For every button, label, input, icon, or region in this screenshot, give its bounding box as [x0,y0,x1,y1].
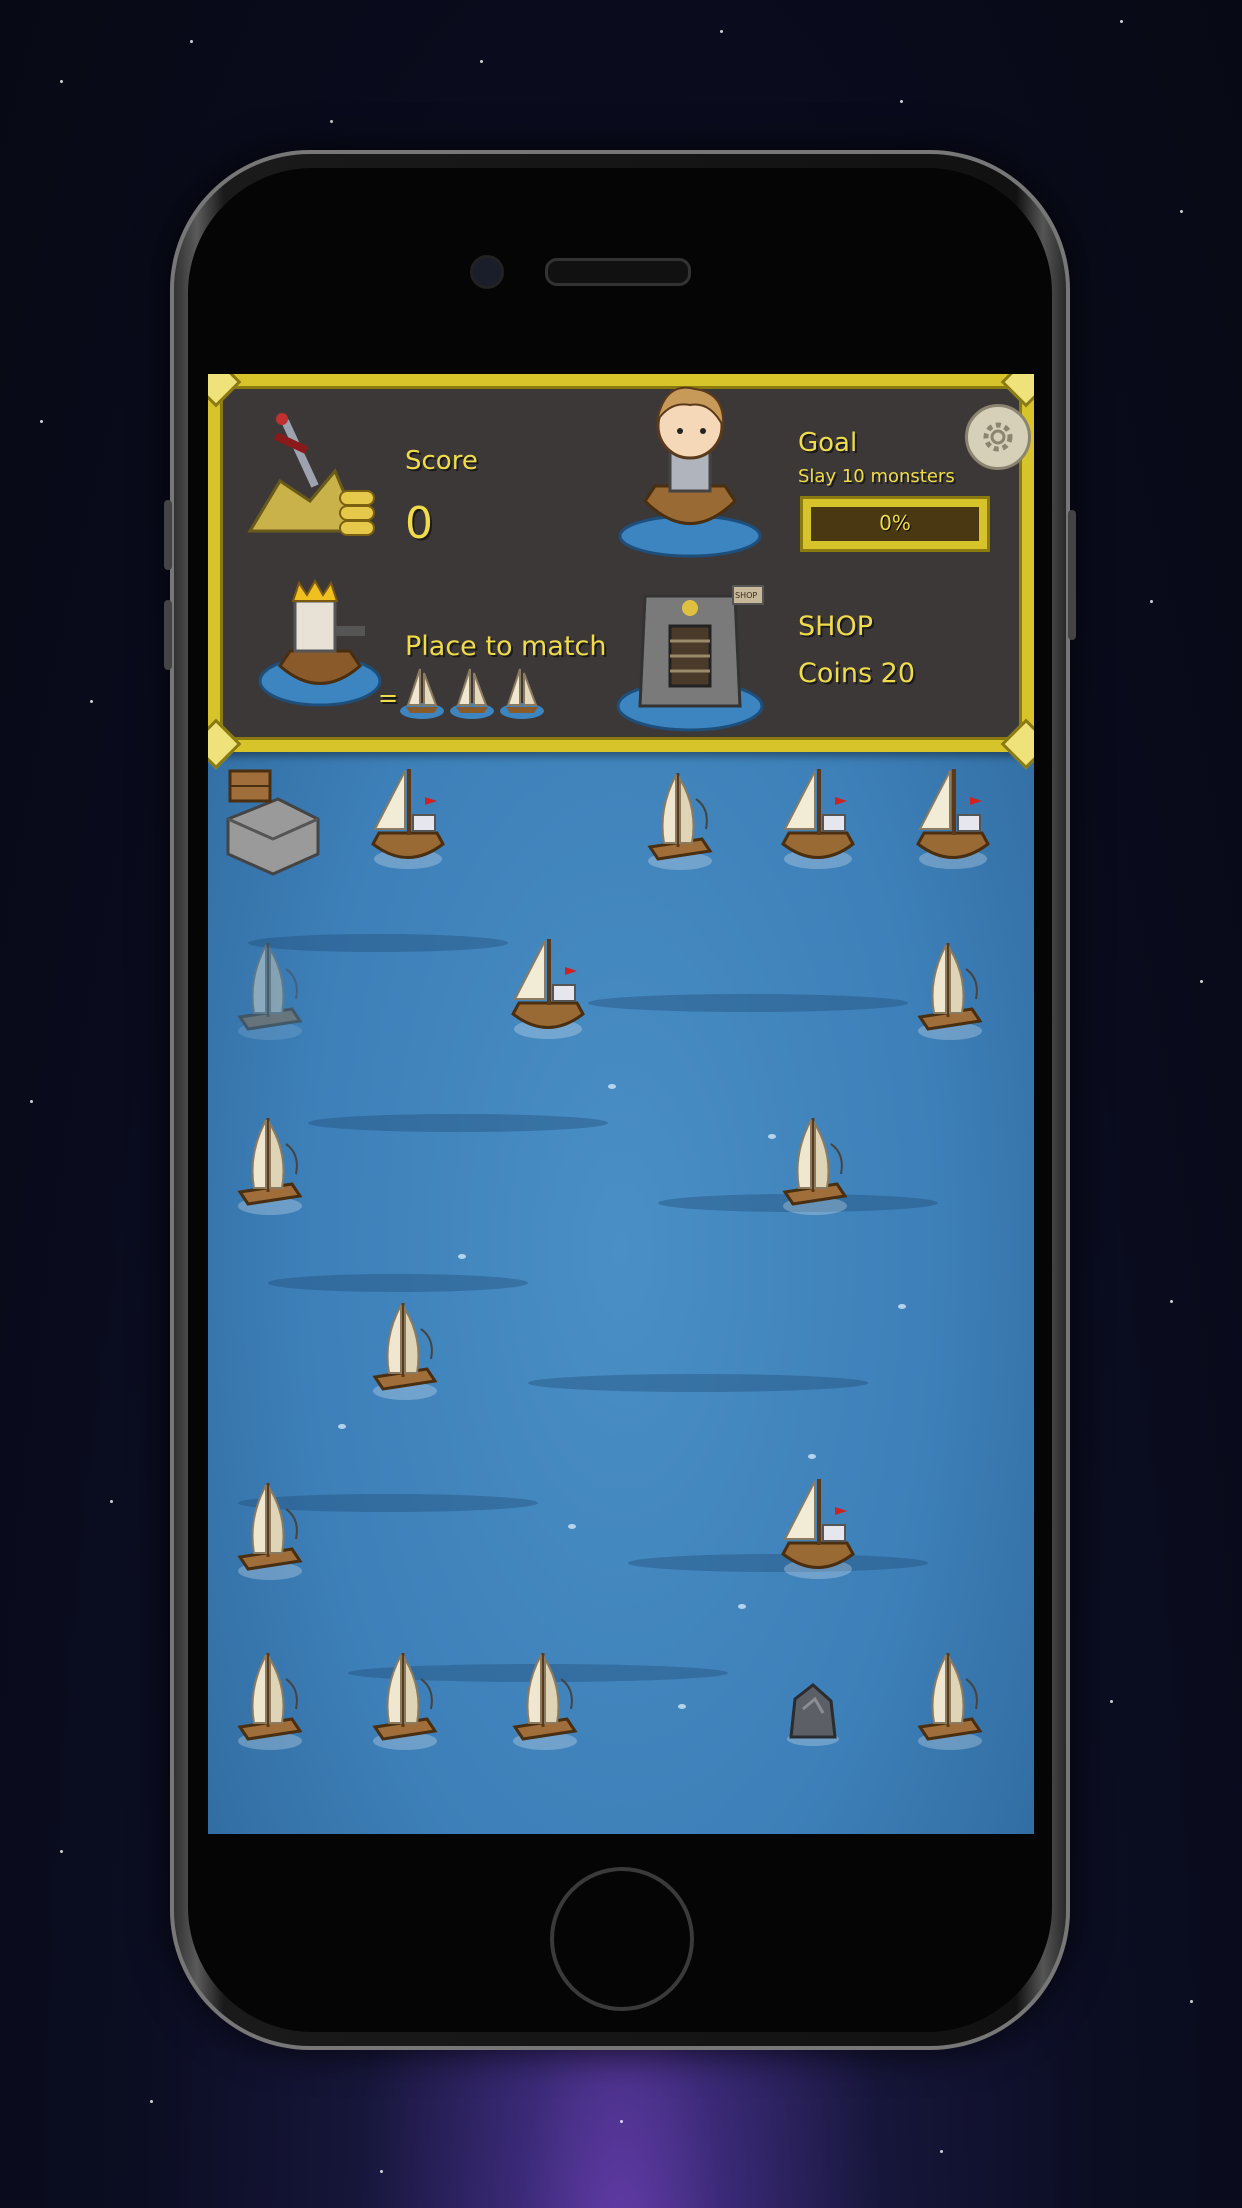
gear-icon [983,422,1013,452]
volume-button [164,500,172,570]
raft-tile[interactable] [763,1104,873,1224]
raft-tile[interactable] [218,1639,328,1759]
raft-icon [237,943,303,1040]
settings-button[interactable] [965,404,1031,470]
frame-corner [208,374,242,408]
side-button [1068,510,1076,640]
raft-icon [917,943,983,1040]
shop-button[interactable]: SHOP [798,611,873,642]
raft-tile[interactable] [353,1639,463,1759]
sailboat-tile[interactable] [493,929,603,1049]
fortress-tile[interactable] [218,759,328,879]
sailboat-icon [916,769,990,869]
rock-tile[interactable] [763,1639,873,1759]
shop-sign-label: SHOP [735,591,758,600]
sailboat-tile[interactable] [353,759,463,879]
match-raft-icon [400,668,444,719]
sailboat-tile[interactable] [763,1469,873,1589]
match-raft-icon [450,668,494,719]
raft-icon [372,1653,438,1750]
hero-boat-icon [618,386,762,558]
coins-label: Coins 20 [798,658,915,689]
sailboat-tile[interactable] [763,759,873,879]
goal-description: Slay 10 monsters [798,466,955,487]
sailboat-icon [781,1479,855,1579]
raft-tile[interactable] [493,1639,603,1759]
king-boat-icon [258,578,382,707]
sailboat-tile[interactable] [898,759,1008,879]
match-raft-icon [500,668,544,719]
raft-ghost-tile[interactable] [218,929,328,1049]
earpiece-speaker [545,258,691,286]
place-to-match-label: Place to match [405,631,607,662]
volume-button [164,600,172,670]
raft-tile[interactable] [628,759,738,879]
frame-corner [1000,374,1034,408]
raft-tile[interactable] [353,1289,463,1409]
raft-icon [237,1118,303,1215]
goal-progress-text: 0% [879,511,911,535]
sailboat-icon [511,939,585,1039]
game-screen: Score 0 Place to match = SHOP Goal Slay … [208,374,1034,1834]
goal-label: Goal [798,428,858,458]
raft-icon [647,773,713,870]
score-label: Score [405,446,478,476]
raft-icon [237,1483,303,1580]
sailboat-icon [781,769,855,869]
front-camera [470,255,504,289]
raft-tile[interactable] [218,1104,328,1224]
raft-tile[interactable] [898,929,1008,1049]
hud-panel: Score 0 Place to match = SHOP Goal Slay … [208,374,1034,770]
raft-tile[interactable] [218,1469,328,1589]
rock-icon [787,1683,839,1746]
raft-icon [237,1653,303,1750]
home-button[interactable] [550,1867,694,2011]
fortress-icon [226,769,320,876]
raft-icon [512,1653,578,1750]
score-value: 0 [405,498,433,549]
sailboat-icon [371,769,445,869]
equals-sign: = [378,684,399,712]
treasure-icon [247,413,375,536]
raft-tile[interactable] [898,1639,1008,1759]
raft-icon [917,1653,983,1750]
goal-progress-bar: 0% [800,496,990,552]
raft-icon [782,1118,848,1215]
raft-icon [372,1303,438,1400]
